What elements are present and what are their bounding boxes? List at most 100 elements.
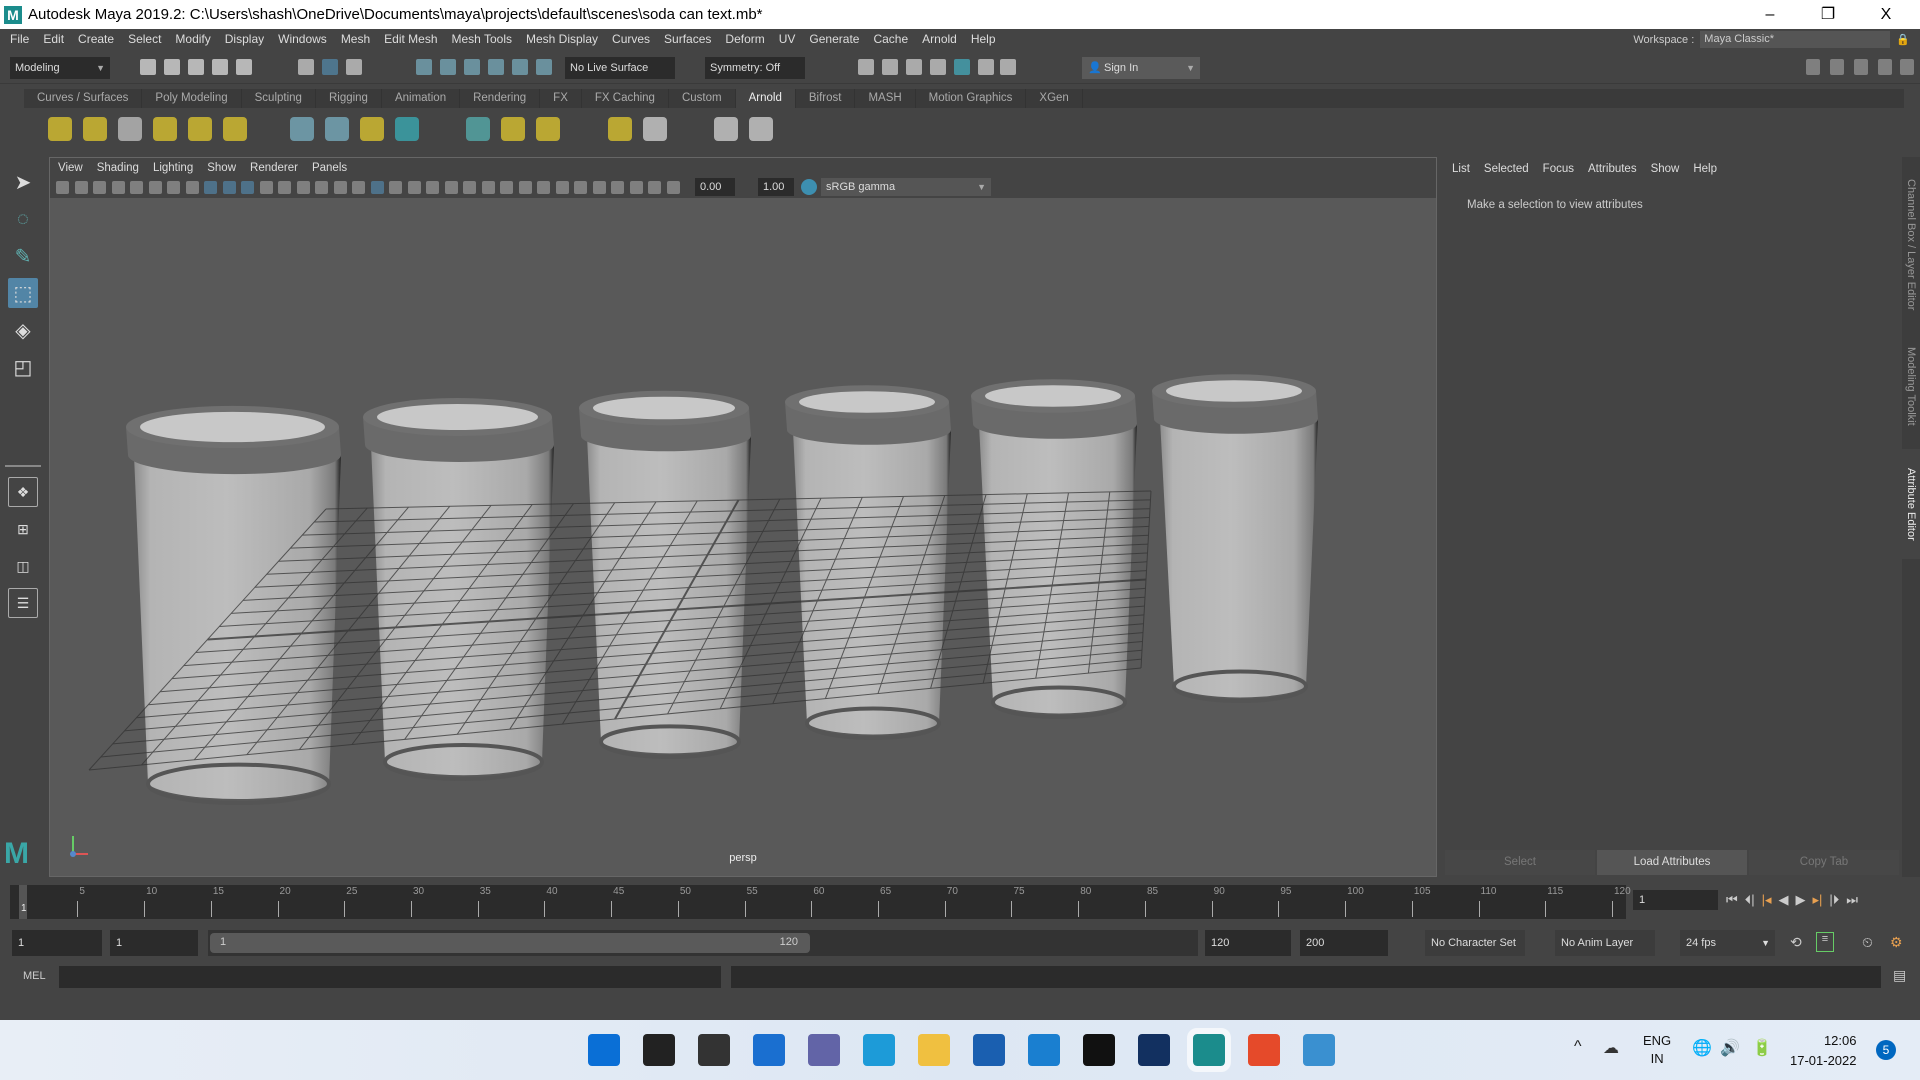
flat-texture-icon[interactable] [501, 117, 525, 141]
select-object-icon[interactable] [322, 59, 338, 75]
rotate-tool-icon[interactable]: ◈ [8, 315, 38, 345]
go-to-start-icon[interactable]: ⏮ [1726, 892, 1738, 908]
viewport-tool-icon[interactable] [296, 181, 310, 194]
network-icon[interactable]: ☁ [1603, 1038, 1619, 1058]
step-back-icon[interactable]: ⏴| [1745, 892, 1755, 908]
open-scene-icon[interactable] [164, 59, 180, 75]
battery-icon[interactable]: 🔋 [1752, 1038, 1772, 1058]
soda-can[interactable] [579, 390, 751, 760]
step-forward-key-icon[interactable]: ▸| [1813, 892, 1823, 908]
area-light-icon[interactable] [48, 117, 72, 141]
viewport-menu-renderer[interactable]: Renderer [250, 162, 298, 174]
menu-select[interactable]: Select [128, 32, 161, 46]
skydome-light-icon[interactable] [153, 117, 177, 141]
notification-badge[interactable]: 5 [1876, 1040, 1896, 1060]
sound-icon[interactable]: ≡ [1816, 932, 1834, 952]
select-component-icon[interactable] [346, 59, 362, 75]
paint-select-tool-icon[interactable]: ✎ [8, 241, 38, 271]
viewport-tool-icon[interactable] [389, 181, 402, 194]
menu-mesh-tools[interactable]: Mesh Tools [452, 32, 512, 46]
snap-grid-icon[interactable] [416, 59, 432, 75]
save-scene-icon[interactable] [188, 59, 204, 75]
tab-attribute-editor[interactable]: Attribute Editor [1902, 449, 1920, 559]
shelf-tab-arnold[interactable]: Arnold [735, 89, 796, 108]
shelf-tab-bifrost[interactable]: Bifrost [796, 89, 856, 108]
dropbox-icon[interactable] [1083, 1034, 1115, 1066]
snap-curve-icon[interactable] [440, 59, 456, 75]
viewport-tool-icon[interactable] [315, 181, 328, 194]
viewport-tool-icon[interactable] [74, 181, 88, 194]
copy-tab-button[interactable]: Copy Tab [1749, 850, 1899, 875]
menu-generate[interactable]: Generate [809, 32, 859, 46]
soda-can[interactable] [1152, 374, 1318, 703]
select-hierarchy-icon[interactable] [298, 59, 314, 75]
viewport-tool-icon[interactable] [426, 181, 439, 194]
menu-edit[interactable]: Edit [43, 32, 64, 46]
menu-windows[interactable]: Windows [278, 32, 327, 46]
viewport-menu-lighting[interactable]: Lighting [153, 162, 193, 174]
workspace-icon-1[interactable] [1806, 59, 1820, 75]
mesh-light-icon[interactable] [83, 117, 107, 141]
load-attributes-button[interactable]: Load Attributes [1597, 850, 1747, 875]
file-explorer-icon[interactable] [918, 1034, 950, 1066]
render-view-icon[interactable] [930, 59, 946, 75]
playback-end-field[interactable]: 120 [1205, 930, 1291, 956]
menu-modify[interactable]: Modify [175, 32, 210, 46]
script-editor-icon[interactable]: ▤ [1893, 967, 1906, 984]
step-forward-icon[interactable]: |⏵ [1829, 892, 1839, 908]
viewport-menu-panels[interactable]: Panels [312, 162, 347, 174]
snap-projected-icon[interactable] [488, 59, 504, 75]
viewport-tool-icon[interactable] [666, 181, 680, 194]
viewport-tool-icon[interactable] [629, 181, 643, 194]
viewport-tool-icon[interactable] [518, 181, 532, 194]
show-hidden-icons-button[interactable]: ^ [1574, 1038, 1582, 1056]
viewport-tool-icon[interactable] [407, 181, 421, 194]
viewport-menu-show[interactable]: Show [207, 162, 236, 174]
viewport-tool-icon[interactable] [648, 181, 661, 194]
animation-end-field[interactable]: 200 [1300, 930, 1388, 956]
ipr-render-icon[interactable] [906, 59, 922, 75]
clock[interactable]: 12:06 17-01-2022 [1790, 1031, 1857, 1071]
range-handle[interactable]: 1 120 [210, 933, 810, 953]
attr-menu-attributes[interactable]: Attributes [1588, 163, 1637, 175]
brave-icon[interactable] [1248, 1034, 1280, 1066]
character-set-dropdown[interactable]: No Character Set [1425, 930, 1525, 956]
browser-icon[interactable] [1303, 1034, 1335, 1066]
viewport-tool-icon[interactable] [555, 181, 569, 194]
playback-start-field[interactable]: 1 [110, 930, 198, 956]
remove-texture-icon[interactable] [536, 117, 560, 141]
anim-layer-dropdown[interactable]: No Anim Layer [1555, 930, 1655, 956]
loop-icon[interactable]: ⟲ [1790, 934, 1802, 951]
viewport-tool-icon[interactable] [241, 181, 254, 194]
mode-dropdown[interactable]: Modeling ▼ [10, 57, 110, 79]
standin-icon[interactable] [290, 117, 314, 141]
shelf-tab-motion-graphics[interactable]: Motion Graphics [916, 89, 1027, 108]
soda-can[interactable] [363, 397, 554, 781]
curve-collector-icon[interactable] [360, 117, 384, 141]
live-surface-field[interactable]: No Live Surface [565, 57, 675, 79]
create-standin-icon[interactable] [325, 117, 349, 141]
shelf-tab-fx-caching[interactable]: FX Caching [582, 89, 669, 108]
mail-icon[interactable] [1028, 1034, 1060, 1066]
timeline-track[interactable]: 5 10 15 20 25 30 35 40 45 50 55 60 65 70 75 80 85 90 95 100… [10, 885, 1631, 919]
volume-icon[interactable] [395, 117, 419, 141]
tab-channel-box[interactable]: Channel Box / Layer Editor [1902, 165, 1920, 325]
viewport-menu-shading[interactable]: Shading [97, 162, 139, 174]
render-view-icon[interactable] [466, 117, 490, 141]
shelf-tab-animation[interactable]: Animation [382, 89, 461, 108]
menu-deform[interactable]: Deform [725, 32, 764, 46]
menu-edit-mesh[interactable]: Edit Mesh [384, 32, 437, 46]
viewport-tool-icon[interactable] [333, 181, 347, 194]
select-tool-icon[interactable]: ➤ [8, 167, 38, 197]
tool-settings-toggle-icon[interactable] [1878, 59, 1892, 75]
render-icon[interactable] [882, 59, 898, 75]
snap-surface-icon[interactable] [512, 59, 528, 75]
scale-tool-icon[interactable]: ◰ [8, 352, 38, 382]
step-back-key-icon[interactable]: |◂ [1762, 892, 1772, 908]
shelf-tab-xgen[interactable]: XGen [1026, 89, 1083, 108]
menu-mesh[interactable]: Mesh [341, 32, 370, 46]
attr-menu-show[interactable]: Show [1651, 163, 1680, 175]
widgets-icon[interactable] [753, 1034, 785, 1066]
edge-icon[interactable] [863, 1034, 895, 1066]
attr-menu-focus[interactable]: Focus [1543, 163, 1574, 175]
